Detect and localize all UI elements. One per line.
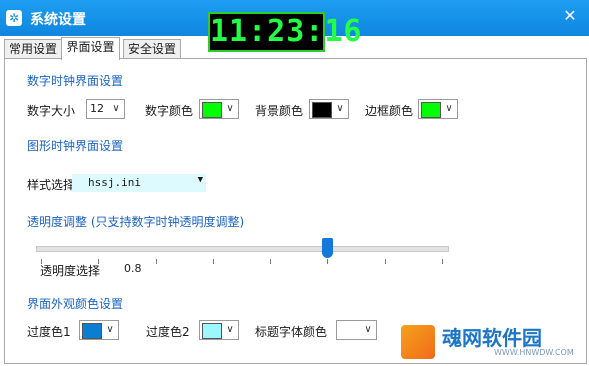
title-font-color-label: 标题字体颜色 bbox=[255, 325, 328, 339]
transparency-value: 0.8 bbox=[124, 262, 142, 275]
gradient1-select[interactable]: ∨ bbox=[79, 320, 119, 340]
style-label: 样式选择 bbox=[27, 178, 76, 192]
gradient1-label: 过度色1 bbox=[27, 325, 71, 339]
slider-tick bbox=[213, 259, 214, 264]
triangle-down-icon: ▼ bbox=[197, 175, 203, 185]
chevron-down-icon: ∨ bbox=[226, 103, 234, 114]
slider-tick bbox=[327, 259, 328, 264]
style-value: hssj.ini bbox=[88, 176, 141, 189]
digit-size-select[interactable]: 12 ∨ bbox=[86, 99, 125, 119]
watermark-name: 魂网软件园 bbox=[442, 326, 542, 350]
gradient2-swatch bbox=[202, 323, 222, 339]
chevron-down-icon: ∨ bbox=[364, 324, 372, 335]
digit-color-swatch bbox=[202, 102, 222, 118]
digital-clock-preview: 11:23:16 bbox=[208, 12, 362, 52]
chevron-down-icon: ∨ bbox=[445, 103, 453, 114]
close-icon[interactable]: ✕ bbox=[558, 6, 582, 26]
digit-size-value: 12 bbox=[90, 102, 104, 115]
digit-color-select[interactable]: ∨ bbox=[199, 99, 239, 119]
title-font-color-select[interactable]: ∨ bbox=[336, 320, 377, 340]
window-title: 系统设置 bbox=[30, 12, 86, 28]
digit-color-label: 数字颜色 bbox=[145, 104, 194, 118]
section-graphic-clock: 图形时钟界面设置 bbox=[27, 139, 124, 153]
chevron-down-icon: ∨ bbox=[112, 103, 120, 114]
watermark-url: WWW.HNWDW.COM bbox=[494, 348, 574, 357]
gradient2-label: 过度色2 bbox=[146, 325, 190, 339]
background-color-label: 背景颜色 bbox=[255, 104, 304, 118]
tab-general[interactable]: 常用设置 bbox=[4, 39, 62, 59]
style-select[interactable]: hssj.ini ▼ bbox=[72, 174, 206, 192]
border-color-swatch bbox=[421, 102, 441, 118]
tab-interface[interactable]: 界面设置 bbox=[61, 37, 120, 60]
background-color-swatch bbox=[312, 102, 332, 118]
gear-icon: ✲ bbox=[6, 10, 22, 26]
border-color-label: 边框颜色 bbox=[365, 104, 414, 118]
section-digital-clock: 数字时钟界面设置 bbox=[27, 74, 124, 88]
section-appearance: 界面外观颜色设置 bbox=[27, 297, 124, 311]
border-color-select[interactable]: ∨ bbox=[418, 99, 458, 119]
tab-security[interactable]: 安全设置 bbox=[123, 39, 181, 59]
gradient2-select[interactable]: ∨ bbox=[199, 320, 239, 340]
watermark-logo bbox=[401, 325, 435, 359]
chevron-down-icon: ∨ bbox=[106, 324, 114, 335]
digit-size-label: 数字大小 bbox=[27, 104, 76, 118]
chevron-down-icon: ∨ bbox=[226, 324, 234, 335]
gradient1-swatch bbox=[82, 323, 102, 339]
transparency-slider-thumb[interactable] bbox=[322, 238, 333, 258]
background-color-select[interactable]: ∨ bbox=[309, 99, 349, 119]
transparency-slider-track[interactable] bbox=[36, 246, 449, 252]
slider-tick bbox=[385, 259, 386, 264]
slider-tick bbox=[270, 259, 271, 264]
title-font-color-swatch bbox=[339, 323, 357, 337]
section-transparency: 透明度调整 (只支持数字时钟透明度调整) bbox=[27, 215, 245, 229]
slider-tick bbox=[156, 259, 157, 264]
slider-tick bbox=[442, 259, 443, 264]
chevron-down-icon: ∨ bbox=[336, 103, 344, 114]
transparency-label: 透明度选择 bbox=[40, 264, 101, 278]
